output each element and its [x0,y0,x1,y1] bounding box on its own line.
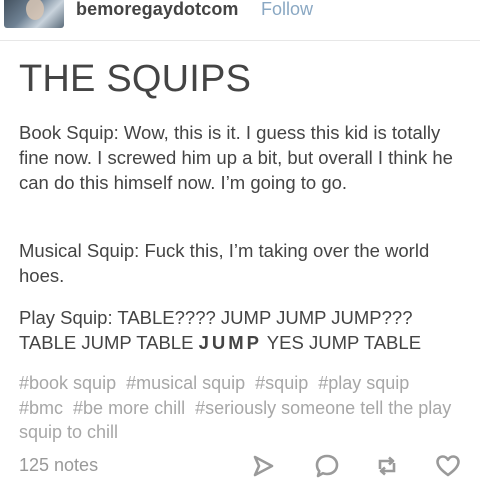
like-button[interactable] [434,452,462,480]
notes-count[interactable]: 125 notes [19,455,98,476]
post-paragraph-musical-squip: Musical Squip: Fuck this, I’m taking ove… [19,240,430,286]
avatar[interactable] [4,0,64,28]
tag-play-squip[interactable]: #play squip [318,373,409,393]
reblog-icon [378,456,396,476]
play-squip-bold-jump: JUMP [198,332,262,353]
post-paragraph-play-squip: Play Squip: TABLE???? JUMP JUMP JUMP??? … [19,305,467,355]
tag-squip[interactable]: #squip [255,373,308,393]
post-paragraph-book-squip: Book Squip: Wow, this is it. I guess thi… [19,122,453,193]
post-header: bemoregaydotcom Follow [0,0,480,34]
post-title: THE SQUIPS [19,58,252,100]
reblog-button[interactable] [373,452,401,480]
reply-icon [315,454,339,478]
tag-be-more-chill[interactable]: #be more chill [73,398,185,418]
post-tags: #book squip #musical squip #squip #play … [19,371,467,445]
tag-book-squip[interactable]: #book squip [19,373,116,393]
reply-button[interactable] [313,452,341,480]
tag-bmc[interactable]: #bmc [19,398,63,418]
follow-button[interactable]: Follow [261,0,313,20]
heart-icon [436,455,460,477]
share-button[interactable] [249,452,277,480]
tag-musical-squip[interactable]: #musical squip [126,373,245,393]
post-footer: 125 notes [0,452,480,480]
header-divider [0,40,480,41]
share-icon [253,455,274,477]
play-squip-text-end: YES JUMP TABLE [262,332,422,353]
username[interactable]: bemoregaydotcom [76,0,239,20]
